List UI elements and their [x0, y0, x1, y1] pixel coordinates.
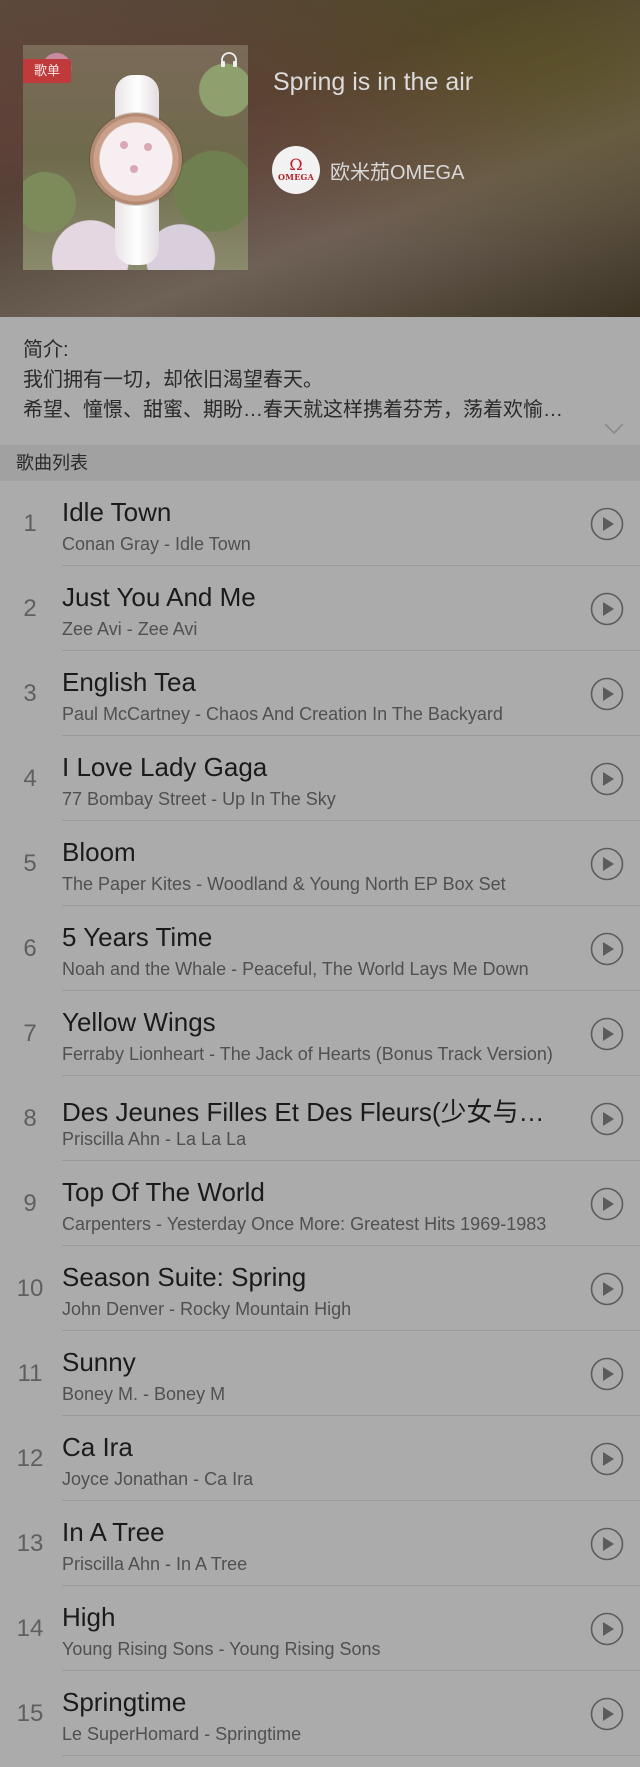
song-row[interactable]: 8 Des Jeunes Filles Et Des Fleurs(少女与… Pri…	[0, 1076, 640, 1161]
song-number: 9	[23, 1190, 37, 1217]
intro-label: 简介:	[23, 339, 69, 361]
row-divider	[62, 1755, 640, 1756]
song-number: 7	[23, 1020, 37, 1047]
song-artist-album: Ferraby Lionheart - The Jack of Hearts (…	[62, 1044, 553, 1064]
song-artist-album: Carpenters - Yesterday Once More: Greate…	[62, 1214, 547, 1234]
play-circle-icon[interactable]	[590, 762, 624, 796]
song-artist-album: Conan Gray - Idle Town	[62, 534, 251, 554]
song-row[interactable]: 9 Top Of The World Carpenters - Yesterday …	[0, 1161, 640, 1246]
song-row[interactable]: 7 Yellow Wings Ferraby Lionheart - The Jac…	[0, 991, 640, 1076]
song-row[interactable]: 11 Sunny Boney M. - Boney M	[0, 1331, 640, 1416]
play-circle-icon[interactable]	[590, 1102, 624, 1136]
watch-flower-dot	[144, 143, 152, 151]
song-artist-album: Priscilla Ahn - In A Tree	[62, 1554, 248, 1574]
song-title: Ca Ira	[62, 1432, 133, 1462]
song-list: 1 Idle Town Conan Gray - Idle Town 2 Just Yo…	[0, 481, 640, 1756]
play-circle-icon[interactable]	[590, 1612, 624, 1646]
author-name[interactable]: 欧米茄OMEGA	[330, 156, 464, 185]
play-circle-icon[interactable]	[590, 1017, 624, 1051]
song-number: 1	[23, 510, 37, 537]
song-artist-album: 77 Bombay Street - Up In The Sky	[62, 789, 336, 809]
play-circle-icon[interactable]	[590, 1357, 624, 1391]
headphone-icon	[221, 52, 237, 67]
song-title: Bloom	[62, 837, 136, 867]
song-artist-album: The Paper Kites - Woodland & Young North…	[62, 874, 506, 894]
song-row[interactable]: 3 English Tea Paul McCartney - Chaos And C…	[0, 651, 640, 736]
song-number: 13	[16, 1530, 44, 1557]
play-circle-icon[interactable]	[590, 1187, 624, 1221]
playlist-header: 歌单 Spring is in the air Ω OMEGA 欧米茄OMEGA	[0, 0, 640, 317]
song-number: 3	[23, 680, 37, 707]
watch-face-image	[90, 113, 182, 205]
song-title: Des Jeunes Filles Et Des Fleurs(少女与…	[62, 1097, 545, 1127]
song-artist-album: Zee Avi - Zee Avi	[62, 619, 198, 639]
song-row[interactable]: 13 In A Tree Priscilla Ahn - In A Tree	[0, 1501, 640, 1586]
song-artist-album: Boney M. - Boney M	[62, 1384, 226, 1404]
song-artist-album: Priscilla Ahn - La La La	[62, 1129, 247, 1149]
song-row[interactable]: 6 5 Years Time Noah and the Whale - Peacef…	[0, 906, 640, 991]
song-title: I Love Lady Gaga	[62, 752, 268, 782]
song-artist-album: John Denver - Rocky Mountain High	[62, 1299, 352, 1319]
play-circle-icon[interactable]	[590, 507, 624, 541]
song-number: 11	[17, 1360, 43, 1387]
song-row[interactable]: 12 Ca Ira Joyce Jonathan - Ca Ira	[0, 1416, 640, 1501]
song-title: Top Of The World	[62, 1177, 265, 1207]
song-number: 14	[16, 1615, 44, 1642]
play-circle-icon[interactable]	[590, 1442, 624, 1476]
play-circle-icon[interactable]	[590, 847, 624, 881]
chevron-down-icon[interactable]	[604, 423, 624, 435]
song-number: 5	[23, 850, 37, 877]
song-title: English Tea	[62, 667, 196, 697]
author-avatar[interactable]: Ω OMEGA	[272, 146, 320, 194]
song-number: 4	[23, 765, 37, 792]
play-circle-icon[interactable]	[590, 1697, 624, 1731]
intro-text-line: 我们拥有一切，却依旧渴望春天。	[23, 369, 323, 391]
song-title: Sunny	[62, 1347, 136, 1377]
song-number: 15	[16, 1700, 44, 1727]
song-artist-album: Noah and the Whale - Peaceful, The World…	[62, 959, 529, 979]
song-artist-album: Young Rising Sons - Young Rising Sons	[62, 1639, 381, 1659]
watch-flower-dot	[120, 141, 128, 149]
song-number: 10	[16, 1275, 44, 1302]
song-artist-album: Le SuperHomard - Springtime	[62, 1724, 302, 1744]
play-circle-icon[interactable]	[590, 932, 624, 966]
intro-text-line: 希望、憧憬、甜蜜、期盼…春天就这样携着芬芳，荡着欢愉…	[23, 399, 563, 421]
song-title: Springtime	[62, 1687, 187, 1717]
omega-logo-symbol: Ω	[289, 155, 303, 174]
song-row[interactable]: 14 High Young Rising Sons - Young Rising S…	[0, 1586, 640, 1671]
playlist-intro[interactable]: 简介: 我们拥有一切，却依旧渴望春天。 希望、憧憬、甜蜜、期盼…春天就这样携着芬…	[0, 317, 640, 445]
song-list-header: 歌曲列表	[0, 445, 640, 481]
song-number: 6	[23, 935, 37, 962]
song-row[interactable]: 15 Springtime Le SuperHomard - Springtime	[0, 1671, 640, 1756]
play-circle-icon[interactable]	[590, 1527, 624, 1561]
song-title: High	[62, 1602, 116, 1632]
song-artist-album: Paul McCartney - Chaos And Creation In T…	[62, 704, 503, 724]
song-title: 5 Years Time	[62, 922, 213, 952]
play-circle-icon[interactable]	[590, 1272, 624, 1306]
song-title: Season Suite: Spring	[62, 1262, 307, 1292]
song-title: Idle Town	[62, 497, 172, 527]
song-row[interactable]: 10 Season Suite: Spring John Denver - Rock…	[0, 1246, 640, 1331]
song-row[interactable]: 5 Bloom The Paper Kites - Woodland & Young…	[0, 821, 640, 906]
song-row[interactable]: 4 I Love Lady Gaga 77 Bombay Street - Up I…	[0, 736, 640, 821]
playlist-title: Spring is in the air	[273, 68, 474, 96]
song-row[interactable]: 2 Just You And Me Zee Avi - Zee Avi	[0, 566, 640, 651]
play-circle-icon[interactable]	[590, 677, 624, 711]
song-artist-album: Joyce Jonathan - Ca Ira	[62, 1469, 254, 1489]
playlist-cover[interactable]: 歌单	[23, 45, 248, 270]
play-circle-icon[interactable]	[590, 592, 624, 626]
song-number: 12	[16, 1445, 44, 1472]
playlist-author[interactable]: Ω OMEGA 欧米茄OMEGA	[272, 146, 464, 194]
song-title: In A Tree	[62, 1517, 165, 1547]
watch-flower-dot	[130, 165, 138, 173]
song-title: Just You And Me	[62, 582, 256, 612]
song-title: Yellow Wings	[62, 1007, 216, 1037]
song-number: 2	[23, 595, 37, 622]
song-row[interactable]: 1 Idle Town Conan Gray - Idle Town	[0, 481, 640, 566]
song-number: 8	[23, 1105, 37, 1132]
playlist-badge: 歌单	[23, 59, 71, 83]
omega-logo-text: OMEGA	[278, 172, 314, 182]
